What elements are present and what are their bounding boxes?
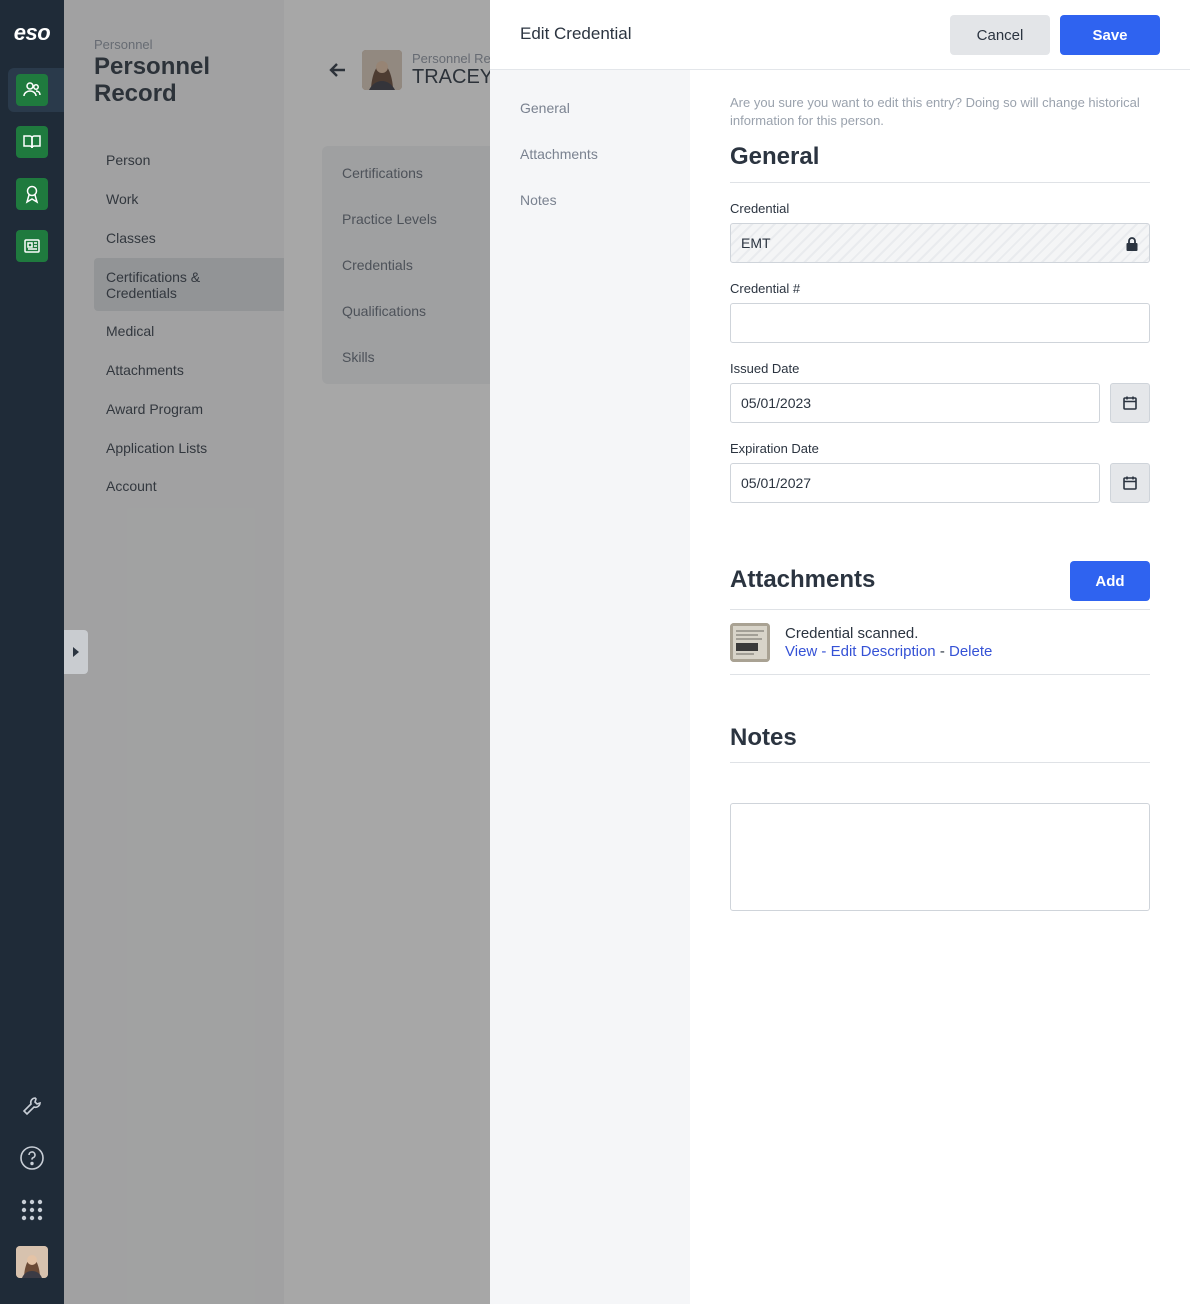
- delete-attachment-link[interactable]: Delete: [949, 643, 992, 660]
- attachment-description: Credential scanned.: [785, 625, 919, 642]
- credential-number-label: Credential #: [730, 281, 801, 296]
- link-separator: -: [939, 643, 949, 660]
- attachment-actions: View - Edit Description - Delete: [785, 643, 992, 660]
- notes-textarea[interactable]: [730, 803, 1150, 911]
- expand-sidebar-toggle[interactable]: [64, 630, 88, 674]
- credential-field: EMT: [730, 223, 1150, 263]
- people-icon[interactable]: [16, 74, 48, 106]
- edit-description-link[interactable]: Edit Description: [831, 643, 936, 660]
- book-icon[interactable]: [16, 126, 48, 158]
- section-divider: [730, 182, 1150, 183]
- section-link-attachments[interactable]: Attachments: [520, 146, 598, 162]
- drawer-header: Edit Credential Cancel Save: [490, 0, 1190, 70]
- save-button[interactable]: Save: [1060, 15, 1160, 55]
- link-separator: -: [821, 643, 831, 660]
- expiration-date-input[interactable]: 05/01/2027: [730, 463, 1100, 503]
- app-rail: eso: [0, 0, 64, 1304]
- credential-number-input[interactable]: [730, 303, 1150, 343]
- apps-grid-icon[interactable]: [16, 1194, 48, 1226]
- wrench-icon[interactable]: [16, 1090, 48, 1122]
- attachment-divider: [730, 674, 1150, 675]
- issued-date-label: Issued Date: [730, 361, 800, 376]
- section-divider: [730, 609, 1150, 610]
- help-icon[interactable]: [16, 1142, 48, 1174]
- award-icon[interactable]: [16, 178, 48, 210]
- attachments-section-title: Attachments: [730, 566, 876, 593]
- view-attachment-link[interactable]: View: [785, 643, 817, 660]
- modal-overlay[interactable]: [64, 0, 490, 1304]
- calendar-icon: [1123, 476, 1137, 490]
- lock-icon: [1126, 237, 1138, 251]
- section-link-general[interactable]: General: [520, 100, 570, 116]
- cancel-button[interactable]: Cancel: [950, 15, 1050, 55]
- expiration-date-calendar-button[interactable]: [1110, 463, 1150, 503]
- credential-value: EMT: [741, 235, 771, 251]
- edit-credential-drawer: Edit Credential Cancel Save General Atta…: [490, 0, 1190, 1304]
- add-attachment-button[interactable]: Add: [1070, 561, 1150, 601]
- credential-label: Credential: [730, 201, 790, 216]
- expiration-date-label: Expiration Date: [730, 441, 819, 456]
- general-section-title: General: [730, 143, 820, 170]
- drawer-body: Are you sure you want to edit this entry…: [690, 70, 1190, 1304]
- edit-warning: Are you sure you want to edit this entry…: [730, 95, 1140, 128]
- section-divider: [730, 762, 1150, 763]
- user-avatar[interactable]: [16, 1246, 48, 1278]
- issued-date-calendar-button[interactable]: [1110, 383, 1150, 423]
- attachment-thumbnail[interactable]: [730, 623, 770, 662]
- notes-section-title: Notes: [730, 724, 797, 751]
- section-link-notes[interactable]: Notes: [520, 192, 557, 208]
- issued-date-input[interactable]: 05/01/2023: [730, 383, 1100, 423]
- calendar-icon: [1123, 396, 1137, 410]
- drawer-title: Edit Credential: [520, 24, 632, 43]
- chevron-right-icon: [73, 647, 79, 657]
- eso-logo[interactable]: eso: [0, 20, 64, 46]
- news-icon[interactable]: [16, 230, 48, 262]
- drawer-section-nav: General Attachments Notes: [490, 70, 690, 1304]
